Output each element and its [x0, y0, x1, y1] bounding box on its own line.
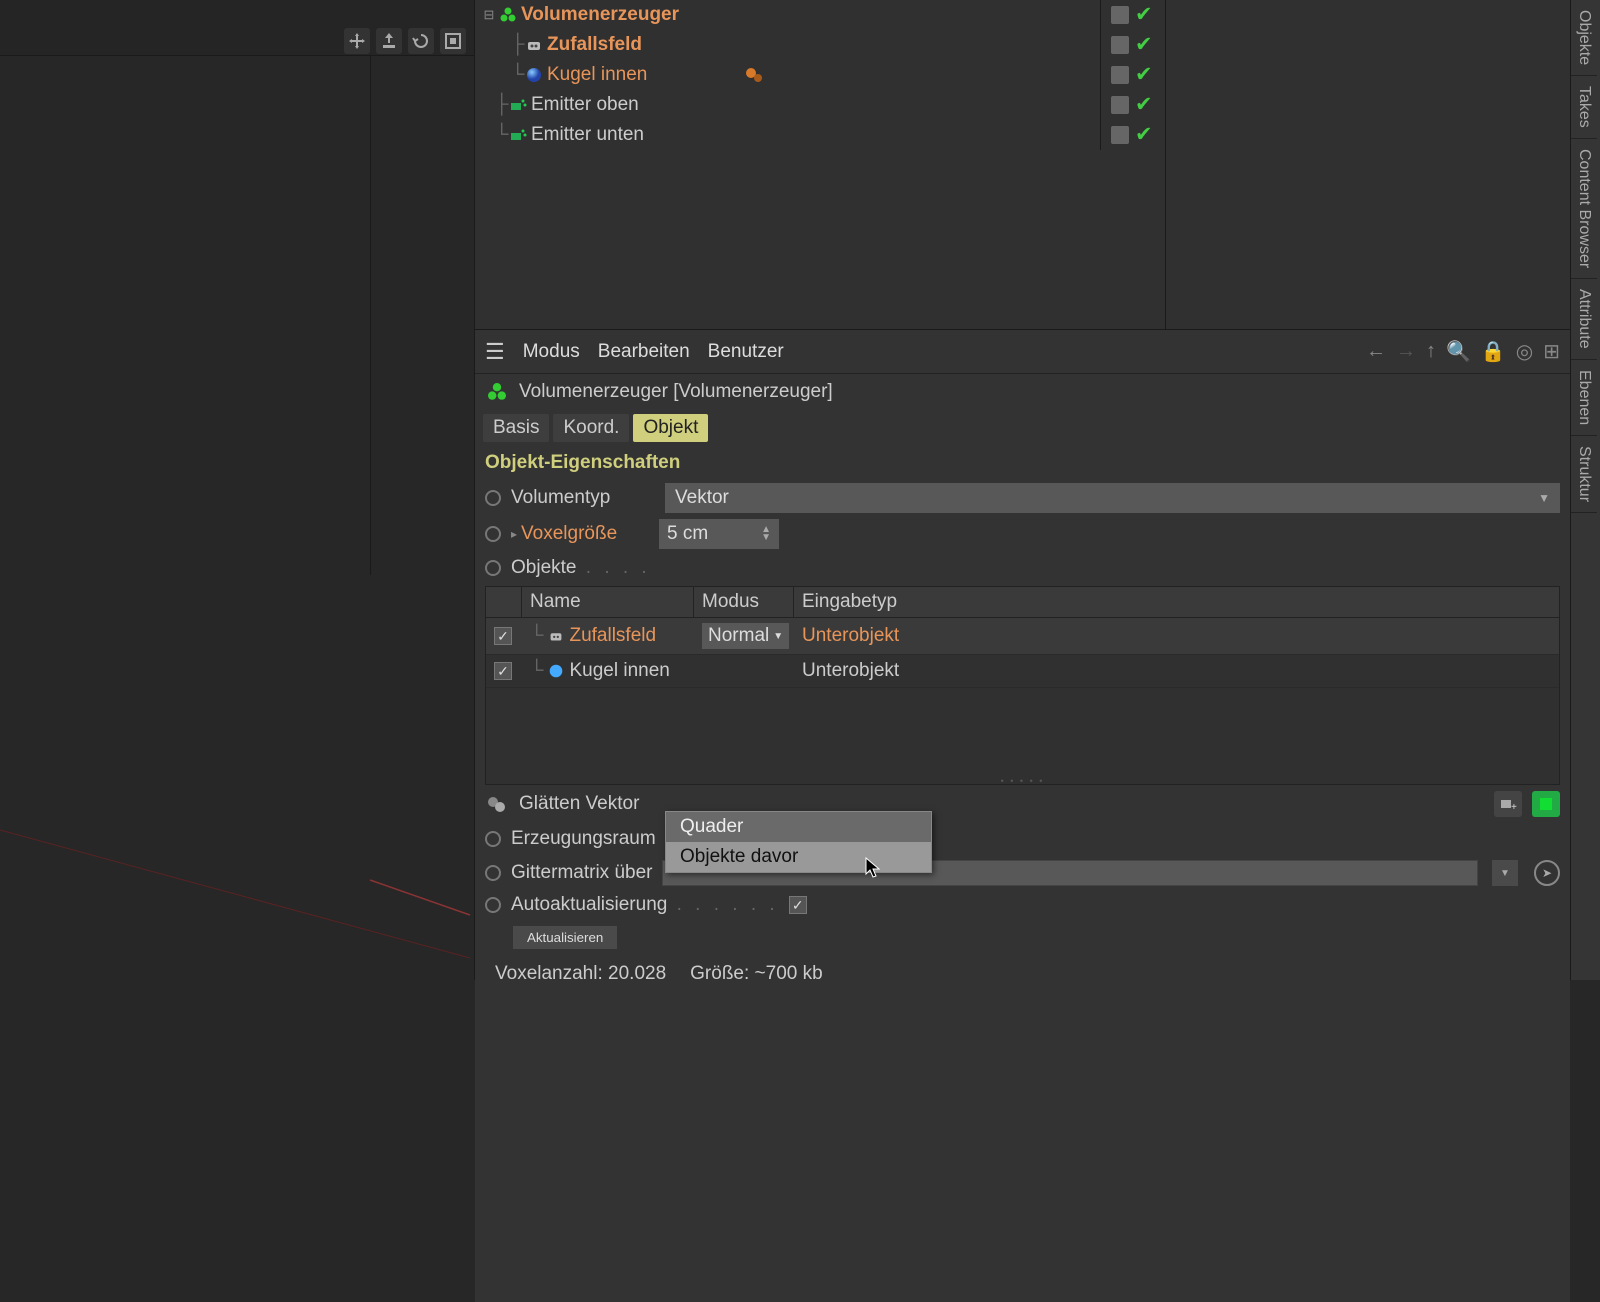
link-dropdown-icon[interactable]: ▼: [1492, 860, 1518, 886]
tab-objekt[interactable]: Objekt: [633, 414, 708, 442]
col-name: Name: [522, 587, 694, 617]
row-eingabetyp: Unterobjekt: [794, 657, 1559, 685]
viewport-panel: [0, 0, 475, 980]
material-tag-icon[interactable]: [745, 65, 765, 85]
col-eingabetyp: Eingabetyp: [794, 587, 1559, 617]
row-eingabetyp: Unterobjekt: [794, 622, 1559, 650]
tree-item-emitter-unten[interactable]: Emitter unten: [529, 124, 644, 146]
tab-koord[interactable]: Koord.: [553, 414, 629, 442]
vtab-attribute[interactable]: Attribute: [1571, 279, 1597, 360]
label-glaetten: Glätten Vektor: [519, 793, 639, 815]
dropdown-popup: Quader Objekte davor: [665, 811, 932, 873]
tree-item-volumenerzeuger[interactable]: Volumenerzeuger: [519, 4, 679, 26]
col-modus: Modus: [694, 587, 794, 617]
sphere-icon: [547, 662, 565, 680]
layer-toggle[interactable]: [1111, 126, 1129, 144]
checkbox-autoaktualisierung[interactable]: [789, 896, 807, 914]
layer-toggle[interactable]: [1111, 36, 1129, 54]
label-volumentyp: Volumentyp: [511, 487, 655, 509]
random-field-icon: [523, 34, 545, 56]
vertical-tabs: Objekte Takes Content Browser Attribute …: [1570, 0, 1600, 980]
object-manager: ⊟ Volumenerzeuger ✔ ├ Zufallsfeld ✔ └ Ku…: [475, 0, 1570, 330]
lock-icon[interactable]: 🔒: [1481, 339, 1506, 364]
emitter-icon: [507, 94, 529, 116]
layer-toggle[interactable]: [1111, 96, 1129, 114]
label-erzeugungsraum: Erzeugungsraum: [511, 828, 655, 850]
anim-circle[interactable]: [485, 831, 501, 847]
spinner-down-icon[interactable]: ▼: [761, 534, 771, 542]
drag-handle[interactable]: • • • • •: [486, 778, 1559, 784]
chevron-down-icon: ▼: [1538, 491, 1550, 505]
vtab-takes[interactable]: Takes: [1571, 76, 1597, 139]
tab-basis[interactable]: Basis: [483, 414, 549, 442]
layer-toggle[interactable]: [1111, 66, 1129, 84]
refresh-tool-icon[interactable]: [408, 28, 434, 54]
row-modus-select[interactable]: Normal ▼: [702, 623, 789, 649]
dropdown-option-quader[interactable]: Quader: [666, 812, 931, 842]
layer-toggle[interactable]: [1111, 6, 1129, 24]
anim-circle[interactable]: [485, 897, 501, 913]
vtab-content-browser[interactable]: Content Browser: [1571, 139, 1597, 279]
tree-item-emitter-oben[interactable]: Emitter oben: [529, 94, 639, 116]
section-header: Objekt-Eigenschaften: [475, 446, 1570, 480]
nav-forward-icon[interactable]: →: [1396, 340, 1416, 363]
nav-up-icon[interactable]: ↑: [1426, 340, 1436, 363]
export-tool-icon[interactable]: [376, 28, 402, 54]
label-gittermatrix: Gittermatrix über: [511, 862, 652, 884]
vtab-ebenen[interactable]: Ebenen: [1571, 360, 1597, 436]
dropdown-option-objekte-davor[interactable]: Objekte davor: [666, 842, 931, 872]
smooth-filter-icon: [485, 792, 509, 816]
volume-builder-icon: [485, 380, 509, 404]
anim-circle[interactable]: [485, 490, 501, 506]
sphere-icon: [523, 64, 545, 86]
nav-back-icon[interactable]: ←: [1366, 340, 1386, 363]
objects-table: Name Modus Eingabetyp └Zufallsfeld Norma…: [485, 586, 1560, 785]
vtab-objekte[interactable]: Objekte: [1571, 0, 1597, 76]
label-voxelgroesse: Voxelgröße: [521, 523, 649, 545]
visibility-toggle[interactable]: ✔: [1135, 2, 1153, 27]
add-filter-button[interactable]: +: [1494, 791, 1522, 817]
tree-item-zufallsfeld[interactable]: Zufallsfeld: [545, 34, 642, 56]
volume-builder-icon: [497, 4, 519, 26]
emitter-icon: [507, 124, 529, 146]
anim-circle[interactable]: [485, 526, 501, 542]
anim-circle[interactable]: [485, 865, 501, 881]
visibility-toggle[interactable]: ✔: [1135, 62, 1153, 87]
vtab-struktur[interactable]: Struktur: [1571, 436, 1597, 513]
filter-active-button[interactable]: [1532, 791, 1560, 817]
pick-target-icon[interactable]: ➤: [1534, 860, 1560, 886]
tree-item-kugel-innen[interactable]: Kugel innen: [545, 64, 647, 86]
dropdown-volumentyp[interactable]: Vektor▼: [665, 483, 1560, 513]
visibility-toggle[interactable]: ✔: [1135, 32, 1153, 57]
button-aktualisieren[interactable]: Aktualisieren: [513, 926, 617, 949]
status-groesse: Größe: ~700 kb: [690, 963, 823, 985]
row-checkbox[interactable]: [494, 662, 512, 680]
target-icon[interactable]: ◎: [1516, 339, 1533, 364]
label-autoaktualisierung: Autoaktualisierung . . . . . .: [511, 894, 779, 916]
attribute-manager: ☰ Modus Bearbeiten Benutzer ← → ↑ 🔍 🔒 ◎ …: [475, 330, 1570, 1302]
menu-modus[interactable]: Modus: [523, 341, 580, 363]
new-icon[interactable]: ⊞: [1543, 339, 1560, 364]
input-voxelgroesse[interactable]: 5 cm ▲▼: [659, 519, 779, 549]
random-field-icon: [547, 627, 565, 645]
visibility-toggle[interactable]: ✔: [1135, 92, 1153, 117]
svg-text:+: +: [1511, 802, 1517, 813]
search-icon[interactable]: 🔍: [1446, 339, 1471, 364]
object-title: Volumenerzeuger [Volumenerzeuger]: [519, 381, 833, 403]
visibility-toggle[interactable]: ✔: [1135, 122, 1153, 147]
move-tool-icon[interactable]: [344, 28, 370, 54]
expander-icon[interactable]: ⊟: [481, 7, 497, 23]
frame-tool-icon[interactable]: [440, 28, 466, 54]
table-row[interactable]: └Zufallsfeld Normal ▼ Unterobjekt: [486, 618, 1559, 655]
status-voxelanzahl: Voxelanzahl: 20.028: [495, 963, 666, 985]
table-row[interactable]: └Kugel innen Unterobjekt: [486, 655, 1559, 688]
menu-benutzer[interactable]: Benutzer: [708, 341, 784, 363]
anim-circle[interactable]: [485, 560, 501, 576]
row-checkbox[interactable]: [494, 627, 512, 645]
menu-bearbeiten[interactable]: Bearbeiten: [598, 341, 690, 363]
hamburger-icon[interactable]: ☰: [485, 339, 505, 365]
label-objekte: Objekte . . . .: [511, 557, 655, 579]
